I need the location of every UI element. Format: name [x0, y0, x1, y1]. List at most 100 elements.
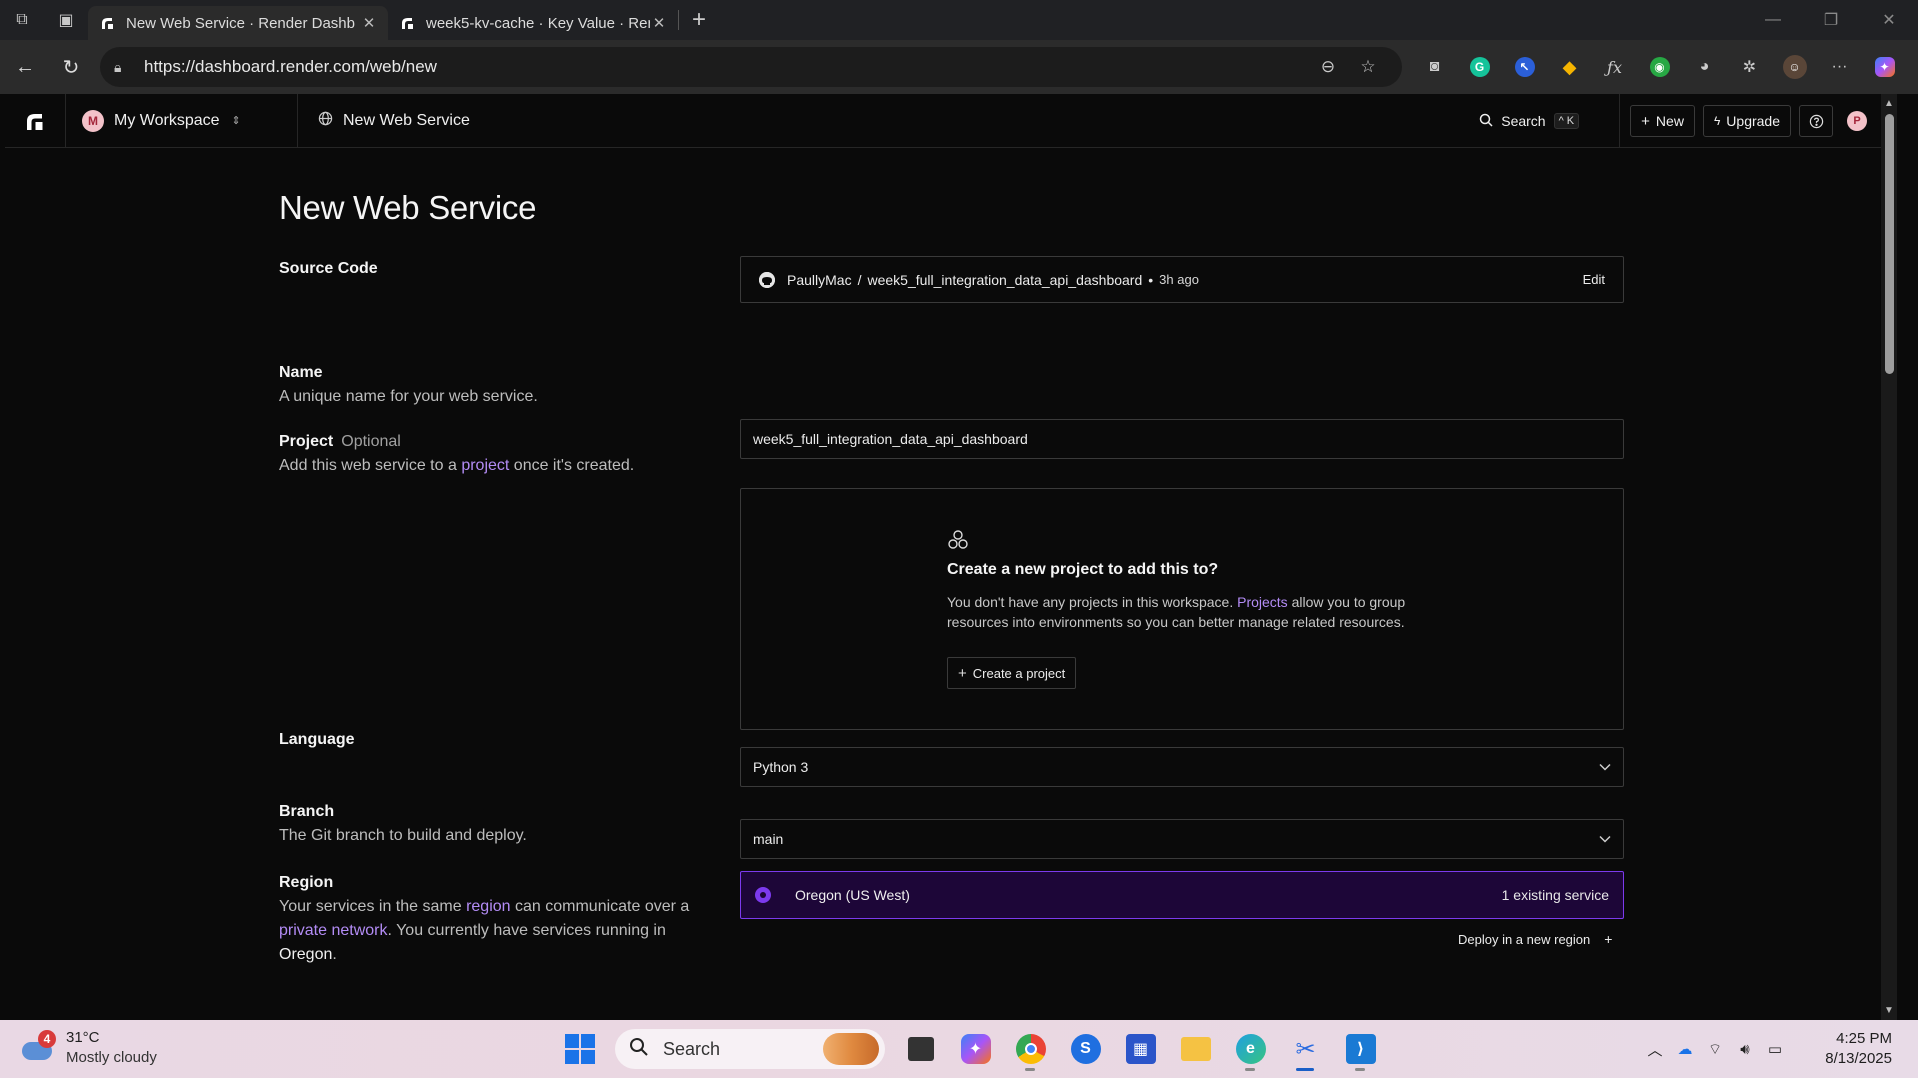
more-menu-icon[interactable]: ···: [1817, 47, 1862, 87]
system-tray: ︿ ☁ ⌔ 🔊︎ ▭: [1640, 1020, 1790, 1078]
project-link[interactable]: project: [461, 457, 509, 474]
chevron-down-icon: [1599, 832, 1611, 846]
edit-source-button[interactable]: Edit: [1583, 272, 1605, 287]
region-link[interactable]: region: [466, 898, 510, 915]
edge-app[interactable]: e: [1223, 1026, 1278, 1072]
scrollbar-thumb[interactable]: [1885, 114, 1894, 374]
taskbar-search[interactable]: Search: [615, 1029, 885, 1069]
skype-app[interactable]: S: [1058, 1026, 1113, 1072]
site-info-icon[interactable]: 🔒︎: [114, 59, 134, 76]
diamond-extension-icon[interactable]: ◆: [1547, 47, 1592, 87]
clock-date: 8/13/2025: [1825, 1050, 1892, 1067]
region-option-oregon[interactable]: Oregon (US West) 1 existing service: [740, 871, 1624, 919]
cursor-extension-icon[interactable]: ↖: [1502, 47, 1547, 87]
name-label: Name: [279, 364, 323, 381]
new-button[interactable]: + New: [1630, 105, 1695, 137]
close-tab-icon[interactable]: ✕: [650, 14, 668, 32]
language-value: Python 3: [753, 759, 809, 775]
snipping-tool-icon: ✂: [1295, 1035, 1316, 1063]
language-select[interactable]: Python 3: [740, 747, 1624, 787]
region-desc-bold: Oregon: [279, 946, 333, 963]
render-favicon-icon: [398, 14, 416, 32]
chrome-app[interactable]: [1003, 1026, 1058, 1072]
snipping-tool-app[interactable]: ✂: [1278, 1026, 1333, 1072]
copilot-icon: ✦: [960, 1034, 991, 1064]
close-tab-icon[interactable]: ✕: [360, 14, 378, 32]
region-selected-name: Oregon (US West): [795, 887, 910, 903]
minimize-icon[interactable]: —: [1744, 0, 1802, 40]
start-button[interactable]: [552, 1026, 607, 1072]
store-app[interactable]: ▦: [1113, 1026, 1168, 1072]
scroll-down-icon[interactable]: ▼: [1884, 1005, 1894, 1016]
zoom-icon[interactable]: ⊖: [1308, 57, 1348, 77]
breadcrumb: New Web Service: [298, 111, 470, 130]
wifi-icon[interactable]: ⌔: [1700, 1040, 1730, 1059]
grammarly-extension-icon[interactable]: G: [1457, 47, 1502, 87]
repo-age: 3h ago: [1159, 272, 1199, 287]
vscode-app[interactable]: ⟩: [1333, 1026, 1388, 1072]
address-bar[interactable]: 🔒︎ https://dashboard.render.com/web/new …: [100, 47, 1402, 87]
project-circles-icon: [947, 529, 969, 556]
create-project-button[interactable]: + Create a project: [947, 657, 1077, 689]
task-view-app[interactable]: [893, 1026, 948, 1072]
restore-icon[interactable]: ❐: [1802, 0, 1860, 40]
branch-select[interactable]: main: [740, 819, 1624, 859]
create-project-text-pre: You don't have any projects in this work…: [947, 594, 1238, 610]
workspaces-icon[interactable]: ⧉: [0, 0, 44, 40]
top-navigation: M My Workspace ⇕ New Web Service Search …: [5, 94, 1897, 148]
branch-value: main: [753, 831, 784, 847]
user-avatar[interactable]: P: [1847, 111, 1867, 131]
edge-icon: e: [1235, 1034, 1266, 1064]
browser-tab-active[interactable]: New Web Service · Render Dashb ✕: [88, 6, 388, 40]
page-scrollbar[interactable]: ▲ ▼: [1881, 94, 1897, 1020]
onedrive-icon[interactable]: ☁: [1670, 1040, 1700, 1058]
volume-icon[interactable]: 🔊︎: [1730, 1041, 1760, 1058]
plus-icon: +: [1604, 931, 1613, 947]
green-extension-icon[interactable]: ◉: [1637, 47, 1682, 87]
projects-link[interactable]: Projects: [1237, 594, 1288, 610]
help-icon[interactable]: [1799, 105, 1833, 137]
name-input[interactable]: week5_full_integration_data_api_dashboar…: [740, 419, 1624, 459]
screenshot-extension-icon[interactable]: ◙: [1412, 47, 1457, 87]
search-label: Search: [1501, 113, 1546, 129]
copilot-app[interactable]: ✦: [948, 1026, 1003, 1072]
lightning-icon: ϟ: [1713, 114, 1721, 128]
tampermonkey-extension-icon[interactable]: ◕: [1682, 47, 1727, 87]
chevron-up-icon[interactable]: ︿: [1640, 1039, 1670, 1060]
profile-avatar-icon[interactable]: ☺: [1772, 47, 1817, 87]
reload-icon[interactable]: ↻: [48, 47, 94, 87]
formula-extension-icon[interactable]: ƒx: [1592, 47, 1637, 87]
plus-icon: +: [958, 664, 967, 682]
back-icon[interactable]: ←: [2, 47, 48, 87]
copilot-icon[interactable]: ✦: [1862, 47, 1907, 87]
browser-tab[interactable]: week5-kv-cache · Key Value · Ren ✕: [388, 6, 678, 40]
extensions-puzzle-icon[interactable]: ✲: [1727, 47, 1772, 87]
file-explorer-app[interactable]: [1168, 1026, 1223, 1072]
page-title: New Web Service: [279, 189, 537, 226]
render-dashboard: M My Workspace ⇕ New Web Service Search …: [5, 94, 1897, 1020]
branch-label: Branch: [279, 803, 335, 820]
scroll-up-icon[interactable]: ▲: [1884, 98, 1894, 109]
new-tab-icon[interactable]: +: [679, 6, 719, 34]
vertical-tabs-icon[interactable]: ▣: [44, 0, 88, 40]
temperature: 31°C: [66, 1029, 100, 1046]
workspace-switcher[interactable]: M My Workspace ⇕: [66, 94, 298, 148]
clock[interactable]: 4:25 PM 8/13/2025: [1825, 1029, 1892, 1069]
chrome-icon: [1015, 1034, 1046, 1064]
search-shortcut: ^ K: [1553, 113, 1580, 129]
private-network-link[interactable]: private network: [279, 922, 388, 939]
favorite-star-icon[interactable]: ☆: [1348, 57, 1388, 77]
url-text[interactable]: https://dashboard.render.com/web/new: [144, 57, 1308, 77]
clock-time: 4:25 PM: [1836, 1030, 1892, 1047]
close-window-icon[interactable]: ✕: [1860, 0, 1918, 40]
region-desc-pre: Your services in the same: [279, 898, 467, 915]
github-icon: [759, 271, 775, 288]
render-favicon-icon: [98, 14, 116, 32]
upgrade-button[interactable]: ϟ Upgrade: [1702, 105, 1791, 137]
battery-icon[interactable]: ▭: [1760, 1040, 1790, 1058]
weather-widget[interactable]: 4 31°C Mostly cloudy: [20, 1028, 157, 1068]
deploy-new-region-button[interactable]: Deploy in a new region +: [1458, 931, 1612, 947]
project-desc-post: once it's created.: [509, 457, 635, 474]
search-button[interactable]: Search ^ K: [1479, 113, 1580, 130]
render-logo-icon[interactable]: [5, 94, 66, 148]
